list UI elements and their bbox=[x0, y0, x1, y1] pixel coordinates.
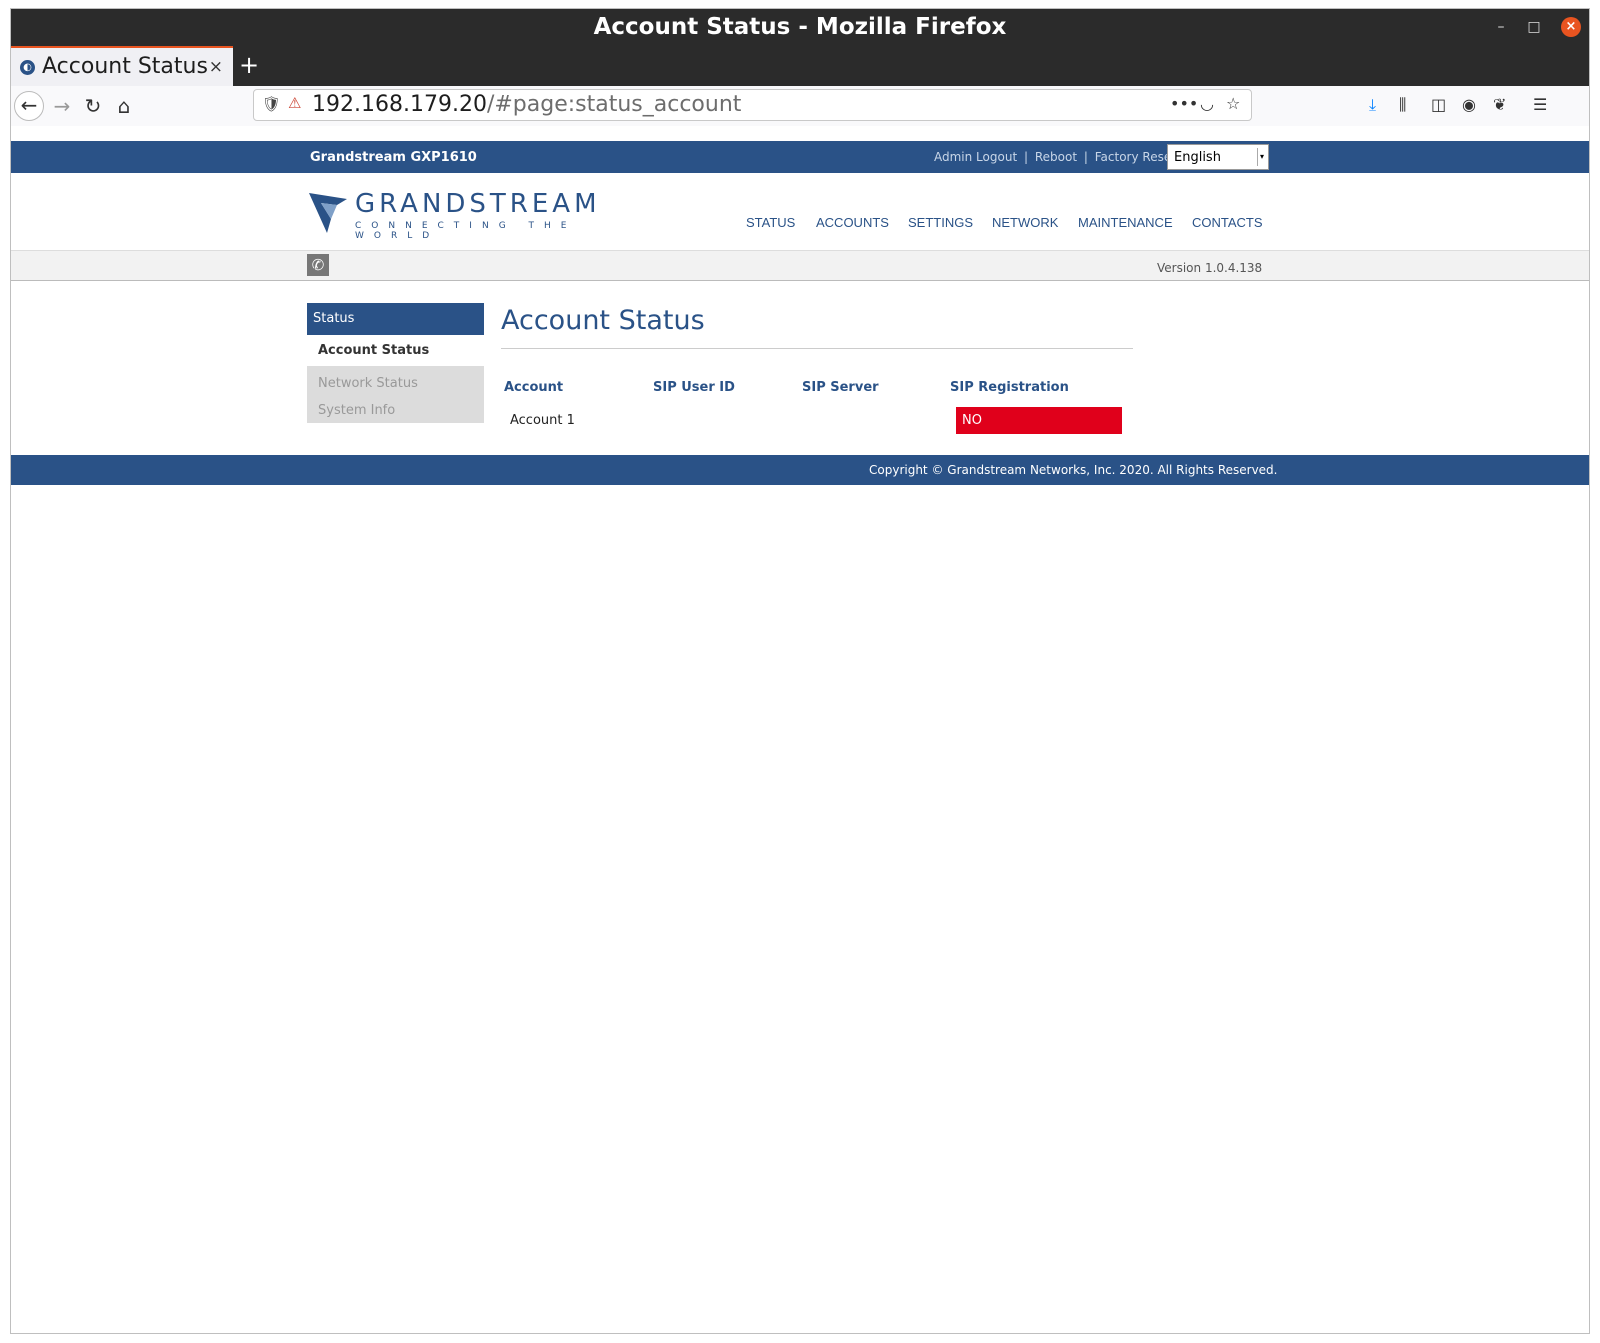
url-bar[interactable]: 🛡︎ ⚠︎ 192.168.179.20/#page:status_accoun… bbox=[253, 89, 1252, 121]
column-header-sip-registration: SIP Registration bbox=[950, 380, 1069, 395]
nav-status[interactable]: STATUS bbox=[746, 215, 795, 230]
logo-tagline: CONNECTING THE WORLD bbox=[355, 221, 577, 241]
forward-button[interactable]: → bbox=[47, 91, 77, 121]
sidebar: Status Account Status Network Status Sys… bbox=[307, 303, 484, 423]
menu-icon[interactable]: ☰ bbox=[1533, 95, 1547, 114]
insecure-lock-icon[interactable]: ⚠︎ bbox=[288, 94, 301, 112]
top-bar: Grandstream GXP1610 Admin Logout | Reboo… bbox=[11, 141, 1589, 173]
sub-bar: ✆ Version 1.0.4.138 bbox=[11, 251, 1589, 281]
column-header-sip-server: SIP Server bbox=[802, 380, 879, 395]
phone-icon: ✆ bbox=[307, 254, 329, 276]
maximize-icon[interactable]: □ bbox=[1524, 17, 1544, 37]
main-content: Account Status Account SIP User ID SIP S… bbox=[501, 303, 1133, 434]
top-links: Admin Logout | Reboot | Factory Reset bbox=[934, 150, 1176, 164]
reboot-link[interactable]: Reboot bbox=[1035, 150, 1077, 164]
page-header: GRANDSTREAM CONNECTING THE WORLD STATUS … bbox=[11, 173, 1589, 251]
tab-close-icon[interactable]: × bbox=[209, 57, 223, 77]
language-select[interactable]: English ▾ bbox=[1167, 144, 1269, 170]
url-text[interactable]: 192.168.179.20/#page:status_account bbox=[312, 92, 741, 117]
close-window-icon[interactable]: × bbox=[1561, 17, 1581, 37]
nav-contacts[interactable]: CONTACTS bbox=[1192, 215, 1263, 230]
title-bar: Account Status - Mozilla Firefox – □ × bbox=[11, 9, 1589, 46]
tracking-shield-icon[interactable]: 🛡︎ bbox=[262, 95, 281, 113]
factory-reset-link[interactable]: Factory Reset bbox=[1095, 150, 1176, 164]
url-host: 192.168.179.20 bbox=[312, 92, 487, 117]
firmware-version: Version 1.0.4.138 bbox=[1157, 261, 1263, 275]
grandstream-logo[interactable]: GRANDSTREAM CONNECTING THE WORLD bbox=[307, 189, 607, 241]
nav-maintenance[interactable]: MAINTENANCE bbox=[1078, 215, 1173, 230]
column-header-account: Account bbox=[504, 380, 564, 395]
grandstream-favicon-icon: ◐ bbox=[20, 60, 35, 75]
sidebar-section-status[interactable]: Status bbox=[307, 303, 484, 335]
minimize-icon[interactable]: – bbox=[1491, 17, 1511, 37]
tab-title: Account Status bbox=[42, 54, 208, 79]
page-title: Account Status bbox=[501, 303, 1133, 349]
admin-logout-link[interactable]: Admin Logout bbox=[934, 150, 1017, 164]
reload-button[interactable]: ↻ bbox=[78, 91, 108, 121]
downloads-icon[interactable]: ⤓ bbox=[1369, 95, 1376, 115]
sidebar-item-system-info[interactable]: System Info bbox=[307, 396, 484, 423]
logo-swoosh-icon bbox=[309, 193, 347, 233]
nav-network[interactable]: NETWORK bbox=[992, 215, 1058, 230]
bookmark-star-icon[interactable]: ☆ bbox=[1226, 94, 1240, 113]
back-button[interactable]: ← bbox=[14, 91, 44, 121]
page-footer: Copyright © Grandstream Networks, Inc. 2… bbox=[11, 455, 1589, 485]
language-selected: English bbox=[1174, 150, 1221, 165]
nav-accounts[interactable]: ACCOUNTS bbox=[816, 215, 889, 230]
nav-settings[interactable]: SETTINGS bbox=[908, 215, 973, 230]
device-model: Grandstream GXP1610 bbox=[310, 150, 477, 165]
logo-brand: GRANDSTREAM bbox=[355, 189, 601, 219]
column-header-sip-user-id: SIP User ID bbox=[653, 380, 735, 395]
sidebar-item-network-status[interactable]: Network Status bbox=[307, 366, 484, 396]
pocket-icon[interactable]: ◡ bbox=[1200, 94, 1214, 113]
sidebar-item-account-status[interactable]: Account Status bbox=[307, 335, 484, 366]
link-separator: | bbox=[1023, 150, 1029, 164]
link-separator: | bbox=[1083, 150, 1088, 164]
dropdown-arrow-icon: ▾ bbox=[1257, 148, 1266, 166]
extension-icon[interactable]: ❦ bbox=[1493, 95, 1506, 114]
account-icon[interactable]: ◉ bbox=[1462, 95, 1476, 114]
registration-status-badge: NO bbox=[956, 407, 1122, 434]
tab-account-status[interactable]: ◐ Account Status × bbox=[11, 46, 233, 86]
url-path: /#page:status_account bbox=[486, 92, 742, 117]
sidebar-icon[interactable]: ◫ bbox=[1431, 95, 1446, 114]
new-tab-button[interactable]: + bbox=[234, 50, 264, 82]
navigation-toolbar: ← → ↻ ⌂ 🛡︎ ⚠︎ 192.168.179.20/#page:statu… bbox=[11, 86, 1589, 126]
page-actions-icon[interactable]: ••• bbox=[1170, 94, 1198, 113]
home-button[interactable]: ⌂ bbox=[109, 91, 139, 121]
copyright-text: Copyright © Grandstream Networks, Inc. 2… bbox=[869, 463, 1278, 477]
account-name-cell: Account 1 bbox=[510, 413, 575, 428]
browser-window: Account Status - Mozilla Firefox – □ × ◐… bbox=[10, 8, 1590, 1334]
window-title: Account Status - Mozilla Firefox bbox=[593, 14, 1007, 40]
tab-bar: ◐ Account Status × + bbox=[11, 46, 1589, 86]
library-icon[interactable]: ⫼ bbox=[1399, 95, 1406, 115]
